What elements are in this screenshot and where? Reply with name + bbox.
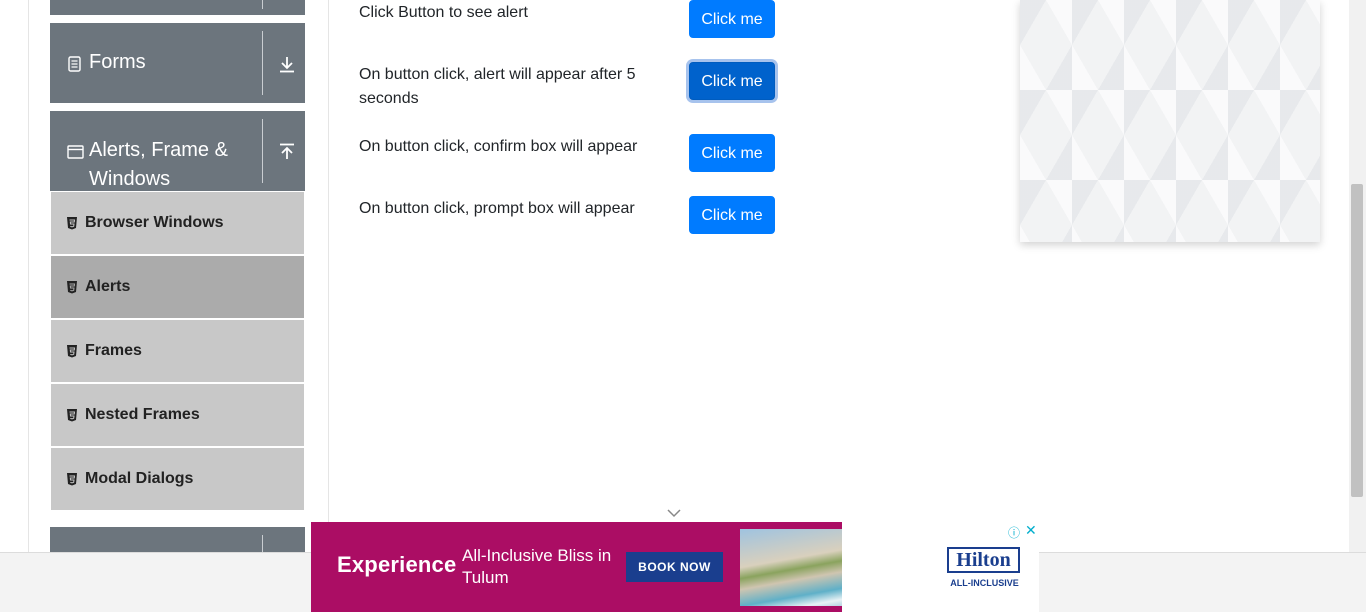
window-icon xyxy=(67,145,84,159)
side-advertisement[interactable] xyxy=(1020,0,1320,242)
info-icon[interactable]: ⓘ xyxy=(1008,524,1020,541)
prompt-button[interactable]: Click me xyxy=(689,196,775,234)
html5-icon xyxy=(67,217,77,230)
group-header-separator xyxy=(262,31,263,95)
sidebar-item-nested-frames[interactable]: Nested Frames xyxy=(51,384,304,446)
html5-icon xyxy=(67,473,77,486)
sidebar-item-browser-windows[interactable]: Browser Windows xyxy=(51,192,304,254)
upload-icon[interactable] xyxy=(278,143,296,161)
ad-tagline: All-Inclusive Bliss in Tulum xyxy=(462,546,612,587)
download-icon[interactable] xyxy=(278,55,296,73)
html5-icon xyxy=(67,409,77,422)
sidebar-item-label: Browser Windows xyxy=(85,214,224,231)
close-icon[interactable]: ✕ xyxy=(1025,522,1037,539)
left-border xyxy=(28,0,29,552)
group-label-alerts-line1: Alerts, Frame & xyxy=(89,139,228,161)
group-header-elements[interactable] xyxy=(50,0,305,15)
sidebar-item-label: Frames xyxy=(85,342,142,359)
sidebar-item-label: Alerts xyxy=(85,278,131,295)
prompt-row-label: On button click, prompt box will appear xyxy=(359,200,635,217)
group-header-separator xyxy=(262,119,263,183)
sidebar-item-alerts[interactable]: Alerts xyxy=(51,256,304,318)
alert-row-label: Click Button to see alert xyxy=(359,4,528,21)
html5-icon xyxy=(67,281,77,294)
alert-button[interactable]: Click me xyxy=(689,0,775,38)
ad-brand-logo: Hilton xyxy=(947,547,1020,573)
document-icon xyxy=(68,56,81,72)
book-now-button[interactable]: BOOK NOW xyxy=(626,552,723,582)
sidebar-item-modal-dialogs[interactable]: Modal Dialogs xyxy=(51,448,304,510)
bottom-banner-ad[interactable]: Experience All-Inclusive Bliss in Tulum … xyxy=(311,522,1039,612)
ad-headline: Experience xyxy=(337,552,457,577)
timer-alert-row-label: On button click, alert will appear after… xyxy=(359,66,636,107)
group-header-alerts-frame-windows[interactable]: Alerts, Frame & Windows xyxy=(50,111,305,191)
group-header-forms[interactable]: Forms xyxy=(50,23,305,103)
ad-brand-sub: ALL-INCLUSIVE xyxy=(950,578,1019,588)
sidebar-divider xyxy=(328,0,329,552)
confirm-button[interactable]: Click me xyxy=(689,134,775,172)
sidebar-item-label: Nested Frames xyxy=(85,406,200,423)
group-label-forms: Forms xyxy=(89,51,146,73)
scrollbar-thumb[interactable] xyxy=(1351,184,1363,497)
confirm-row-label: On button click, confirm box will appear xyxy=(359,138,638,155)
html5-icon xyxy=(67,345,77,358)
sidebar-item-frames[interactable]: Frames xyxy=(51,320,304,382)
chevron-down-icon[interactable] xyxy=(666,508,682,518)
group-header-separator xyxy=(262,0,263,9)
group-label-alerts-line2: Windows xyxy=(89,168,171,190)
timer-alert-button[interactable]: Click me xyxy=(689,62,775,100)
sidebar-item-label: Modal Dialogs xyxy=(85,470,194,487)
